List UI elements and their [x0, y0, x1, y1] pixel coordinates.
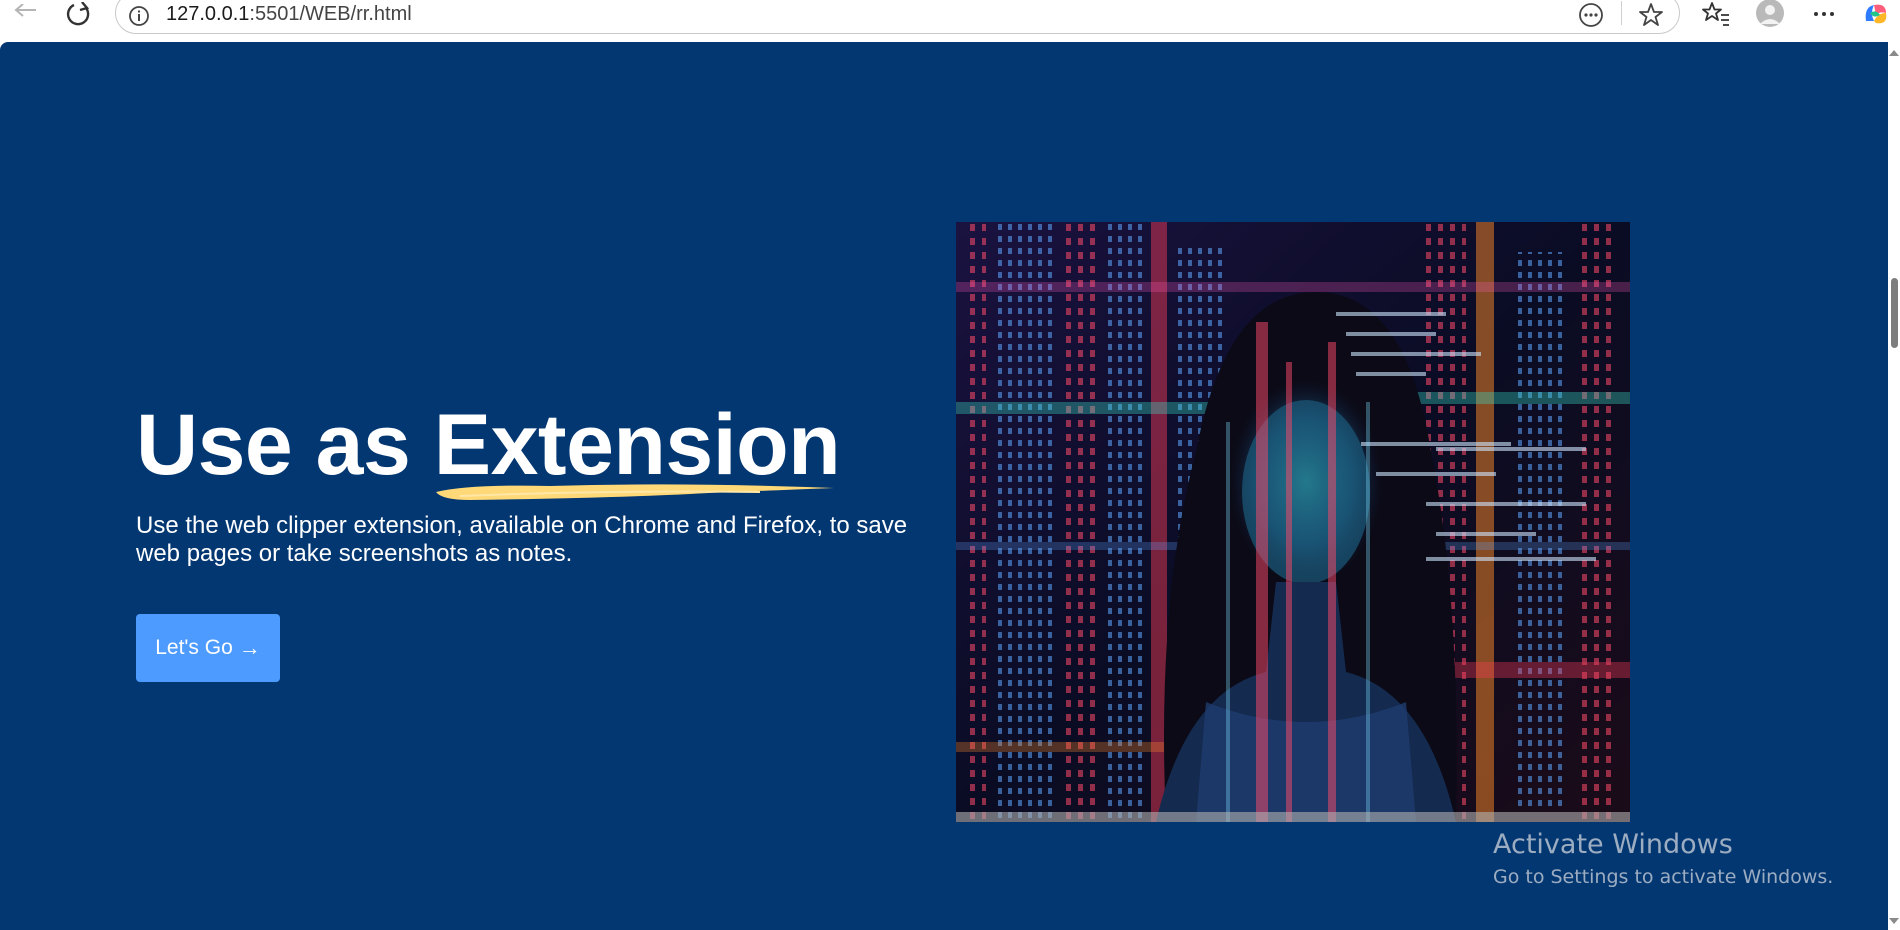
info-icon[interactable] [128, 5, 150, 27]
more-icon[interactable] [1808, 0, 1840, 28]
activate-windows-watermark: Activate Windows Go to Settings to activ… [1493, 828, 1833, 892]
back-arrow-icon[interactable] [10, 0, 40, 30]
page-viewport: Use as Extension Use the web clipper ext… [0, 42, 1888, 930]
hero-section: Use as Extension Use the web clipper ext… [136, 402, 936, 568]
scroll-thumb[interactable] [1891, 278, 1898, 348]
url-text[interactable]: 127.0.0.1:5501/WEB/rr.html [166, 3, 412, 26]
scroll-down-icon[interactable] [1889, 918, 1899, 924]
watermark-subtitle: Go to Settings to activate Windows. [1493, 866, 1834, 888]
hero-subtitle: Use the web clipper extension, available… [136, 512, 908, 567]
address-bar[interactable]: 127.0.0.1:5501/WEB/rr.html [115, 0, 1680, 34]
lets-go-button[interactable]: Let's Go → [136, 614, 280, 682]
copilot-icon[interactable] [1862, 0, 1890, 28]
lets-go-label: Let's Go [155, 636, 233, 659]
hero-title-prefix: Use as [136, 397, 411, 493]
arrow-right-icon: → [238, 635, 261, 660]
favorites-icon[interactable] [1700, 0, 1732, 28]
avatar-icon[interactable] [1754, 0, 1786, 28]
hero-title-highlight-text: Extension [433, 397, 841, 493]
scroll-up-icon[interactable] [1889, 50, 1899, 56]
hero-image [956, 222, 1630, 822]
address-divider [1621, 1, 1622, 25]
hero-title-highlight: Extension [434, 402, 841, 500]
vertical-scrollbar[interactable] [1888, 42, 1900, 930]
url-host: 127.0.0.1 [166, 3, 250, 25]
watermark-title: Activate Windows [1493, 829, 1733, 860]
ellipsis-circle-icon[interactable] [1577, 1, 1605, 29]
refresh-icon[interactable] [64, 0, 94, 30]
hero-title: Use as Extension [136, 402, 936, 500]
browser-toolbar: 127.0.0.1:5501/WEB/rr.html [0, 0, 1900, 42]
star-icon[interactable] [1637, 1, 1665, 29]
url-path: :5501/WEB/rr.html [249, 3, 412, 25]
woman-code-projection-image [956, 222, 1630, 822]
